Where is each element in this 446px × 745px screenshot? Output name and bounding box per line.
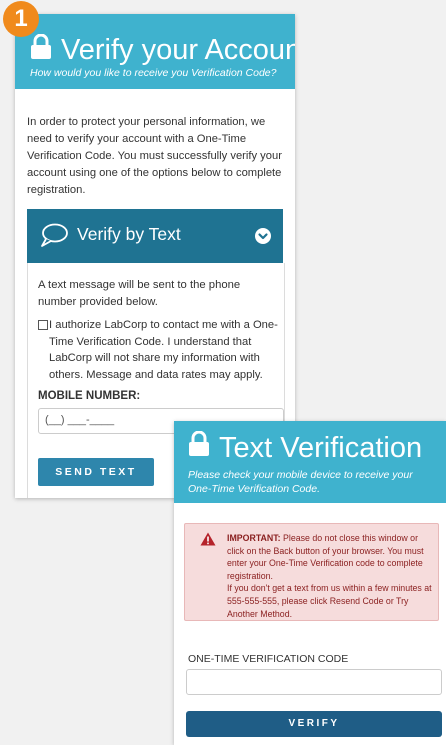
mobile-number-placeholder: (__) ___-____ [45, 414, 115, 426]
otp-input[interactable] [186, 669, 442, 695]
panel-subtitle: Please check your mobile device to recei… [188, 469, 413, 495]
panel-title: Text Verification [219, 432, 423, 464]
section-title: Verify by Text [77, 224, 181, 244]
consent-label: I authorize LabCorp to contact me with a… [49, 319, 278, 381]
text-message-info: A text message will be sent to the phone… [38, 279, 241, 308]
chevron-down-icon[interactable] [255, 228, 271, 244]
alert-strong: IMPORTANT: [227, 533, 281, 543]
mobile-number-label: MOBILE NUMBER: [38, 390, 141, 402]
alert-body-2: If you don't get a text from us within a… [227, 583, 432, 619]
page-title: Verify your Account [61, 34, 295, 66]
verify-by-text-toggle[interactable]: Verify by Text [27, 209, 283, 263]
panel-header: Verify your Account How would you like t… [15, 14, 295, 89]
verify-button[interactable]: VERIFY [186, 711, 442, 737]
lock-icon [188, 430, 210, 462]
step-badge: 1 [3, 1, 39, 37]
chat-bubble-icon [39, 222, 69, 253]
alert-text: IMPORTANT: Please do not close this wind… [227, 532, 432, 620]
text-verification-panel: Text Verification Please check your mobi… [174, 421, 446, 745]
send-text-button[interactable]: SEND TEXT [38, 458, 154, 486]
important-alert: IMPORTANT: Please do not close this wind… [184, 523, 439, 621]
consent-checkbox-row[interactable]: I authorize LabCorp to contact me with a… [38, 317, 282, 383]
lock-icon [30, 33, 52, 65]
otp-label: ONE-TIME VERIFICATION CODE [188, 653, 349, 665]
page-subtitle: How would you like to receive you Verifi… [30, 67, 277, 79]
panel-header: Text Verification Please check your mobi… [174, 421, 446, 503]
warning-icon [200, 532, 216, 551]
consent-checkbox[interactable] [38, 320, 48, 330]
intro-text: In order to protect your personal inform… [27, 116, 282, 196]
